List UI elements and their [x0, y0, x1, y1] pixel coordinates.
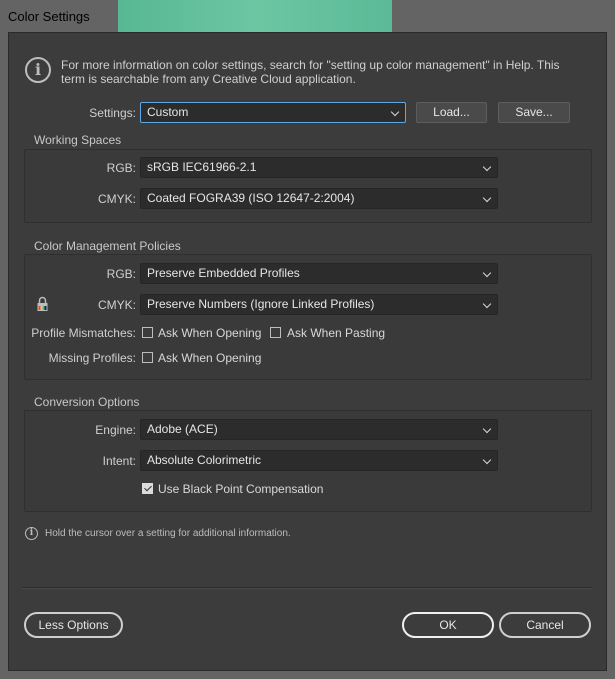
ws-cmyk-label: CMYK: — [97, 192, 136, 206]
engine-label: Engine: — [95, 423, 136, 437]
chevron-down-icon — [482, 299, 492, 309]
chevron-down-icon — [482, 424, 492, 434]
ws-rgb-dropdown[interactable]: sRGB IEC61966-2.1 — [140, 157, 498, 178]
hint-text: Hold the cursor over a setting for addit… — [45, 528, 291, 539]
profile-mismatches-label: Profile Mismatches: — [31, 326, 136, 340]
mismatch-opening-label[interactable]: Ask When Opening — [158, 326, 261, 340]
ws-cmyk-value: Coated FOGRA39 (ISO 12647-2:2004) — [147, 191, 355, 205]
policy-cmyk-label: CMYK: — [97, 298, 136, 312]
chevron-down-icon — [390, 107, 400, 117]
info-circle-icon: i — [25, 527, 38, 540]
black-point-label[interactable]: Use Black Point Compensation — [158, 482, 323, 496]
title-bar-accent — [118, 0, 392, 32]
lock-icon — [37, 296, 48, 311]
settings-label: Settings: — [89, 106, 136, 120]
info-text: For more information on color settings, … — [61, 58, 560, 86]
policies-title: Color Management Policies — [34, 239, 181, 253]
mismatch-pasting-label[interactable]: Ask When Pasting — [287, 326, 385, 340]
settings-dropdown[interactable]: Custom — [140, 102, 406, 123]
footer-divider — [22, 587, 592, 589]
ws-rgb-label: RGB: — [106, 161, 136, 175]
missing-opening-label[interactable]: Ask When Opening — [158, 351, 261, 365]
less-options-button[interactable]: Less Options — [24, 612, 123, 638]
load-button[interactable]: Load... — [416, 102, 487, 123]
mismatch-opening-checkbox[interactable] — [142, 327, 153, 338]
window-frame-left — [0, 32, 8, 679]
window-title: Color Settings — [8, 9, 90, 24]
engine-value: Adobe (ACE) — [147, 422, 218, 436]
policy-rgb-label: RGB: — [106, 267, 136, 281]
chevron-down-icon — [482, 455, 492, 465]
window-frame-bottom — [0, 671, 615, 679]
cancel-button[interactable]: Cancel — [499, 612, 591, 638]
info-icon: i — [25, 57, 51, 83]
policy-cmyk-value: Preserve Numbers (Ignore Linked Profiles… — [147, 297, 375, 311]
policy-rgb-dropdown[interactable]: Preserve Embedded Profiles — [140, 263, 498, 284]
policy-cmyk-dropdown[interactable]: Preserve Numbers (Ignore Linked Profiles… — [140, 294, 498, 315]
conversion-title: Conversion Options — [34, 395, 140, 409]
engine-dropdown[interactable]: Adobe (ACE) — [140, 419, 498, 440]
chevron-down-icon — [482, 268, 492, 278]
title-bar[interactable]: Color Settings — [0, 0, 615, 32]
policy-rgb-value: Preserve Embedded Profiles — [147, 266, 300, 280]
chevron-down-icon — [482, 162, 492, 172]
settings-value: Custom — [147, 105, 189, 119]
missing-opening-checkbox[interactable] — [142, 352, 153, 363]
save-button[interactable]: Save... — [498, 102, 570, 123]
missing-profiles-label: Missing Profiles: — [48, 351, 136, 365]
intent-value: Absolute Colorimetric — [147, 453, 262, 467]
ws-rgb-value: sRGB IEC61966-2.1 — [147, 160, 257, 174]
chevron-down-icon — [482, 193, 492, 203]
mismatch-pasting-checkbox[interactable] — [270, 327, 281, 338]
ok-button[interactable]: OK — [402, 612, 494, 638]
intent-label: Intent: — [102, 454, 136, 468]
ws-cmyk-dropdown[interactable]: Coated FOGRA39 (ISO 12647-2:2004) — [140, 188, 498, 209]
window-frame-right — [607, 32, 615, 679]
intent-dropdown[interactable]: Absolute Colorimetric — [140, 450, 498, 471]
working-spaces-title: Working Spaces — [34, 133, 122, 147]
black-point-checkbox[interactable] — [142, 483, 153, 494]
